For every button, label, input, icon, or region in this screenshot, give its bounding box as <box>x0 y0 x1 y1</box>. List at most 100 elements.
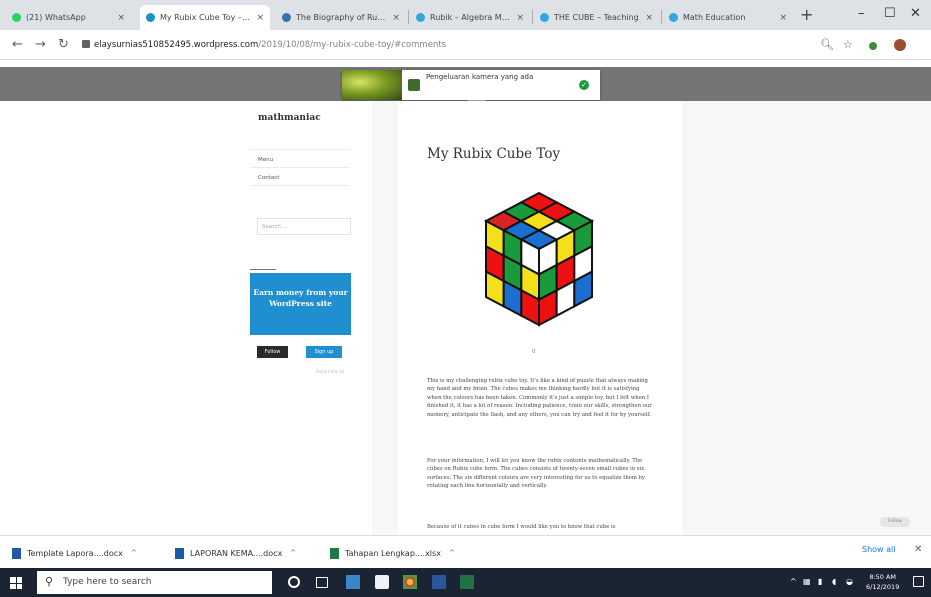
cortana-icon[interactable] <box>288 576 300 588</box>
sidebar: mathmaniac Menu Contact Search ... Earn … <box>250 101 360 535</box>
close-tab-icon[interactable]: × <box>117 13 125 23</box>
reload-icon[interactable]: ↻ <box>58 37 69 52</box>
tray-app-icon[interactable]: ▦ <box>803 577 811 586</box>
post-title: My Rubix Cube Toy <box>427 146 561 162</box>
image-caption: 0 <box>532 349 536 355</box>
show-all-downloads-button[interactable]: Show all <box>862 545 895 554</box>
signup-button[interactable]: Sign up <box>306 346 342 358</box>
wordpress-favicon-icon <box>146 13 155 22</box>
lock-icon <box>82 40 90 48</box>
file-explorer-icon[interactable] <box>346 575 360 589</box>
tab-label: (21) WhatsApp <box>26 13 86 22</box>
page-favicon-icon <box>416 13 425 22</box>
word-app-icon[interactable] <box>432 575 446 589</box>
network-icon[interactable]: ◒ <box>846 577 853 586</box>
download-shelf: Template Lapora....docx ^ LAPORAN KEMA..… <box>0 535 931 568</box>
tab-biography[interactable]: The Biography of Rubik × <box>276 5 406 30</box>
tab-label: Rubik – Algebra Math <box>430 13 513 22</box>
notification-center-icon[interactable] <box>913 576 924 587</box>
tab-rubix-cube[interactable]: My Rubix Cube Toy – mathmaniac × <box>140 5 270 30</box>
forward-arrow-icon[interactable]: → <box>35 37 46 52</box>
close-tab-icon[interactable]: × <box>392 13 400 23</box>
url-host: elaysurnias510852495.wordpress.com <box>94 40 259 50</box>
chevron-up-icon[interactable]: ^ <box>131 549 137 557</box>
tab-whatsapp[interactable]: (21) WhatsApp × <box>6 5 131 30</box>
word-file-icon <box>12 547 21 559</box>
page-favicon-icon <box>282 13 291 22</box>
word-file-icon <box>175 547 184 559</box>
task-view-icon[interactable] <box>316 577 328 588</box>
store-icon[interactable] <box>375 575 389 589</box>
popup-check-icon[interactable]: ✓ <box>579 80 589 90</box>
taskbar-search-box[interactable]: ⚲ Type here to search <box>37 571 272 594</box>
windows-taskbar: ⚲ Type here to search ^ ▦ ▮ ◖ ◒ 8:50 AM … <box>0 568 931 597</box>
chrome-icon[interactable] <box>403 575 417 589</box>
profile-avatar[interactable] <box>894 39 906 51</box>
popup-text: Pengeluaran kamera yang ada <box>426 73 534 81</box>
zoom-icon[interactable]: 🔍︎ <box>820 38 834 51</box>
popup-app-icon <box>408 79 420 91</box>
download-filename: Template Lapora....docx <box>27 548 123 558</box>
close-tab-icon[interactable]: × <box>256 13 264 23</box>
close-shelf-button[interactable]: ✕ <box>914 544 922 555</box>
clock-time: 8:50 AM <box>869 573 897 581</box>
minimize-button[interactable]: – <box>858 6 865 21</box>
post-content: My Rubix Cube Toy 0 This is my challengi… <box>398 101 682 535</box>
page-favicon-icon <box>540 13 549 22</box>
new-tab-button[interactable]: + <box>800 5 813 24</box>
follow-button[interactable]: Follow <box>257 346 288 358</box>
download-item[interactable]: Template Lapora....docx ^ <box>12 545 137 561</box>
close-tab-icon[interactable]: × <box>645 13 653 23</box>
bookmark-star-icon[interactable]: ☆ <box>843 38 853 51</box>
floating-follow-badge[interactable]: Follow <box>880 517 910 527</box>
excel-app-icon[interactable] <box>460 575 474 589</box>
popup-thumbnail-image <box>342 70 402 100</box>
download-filename: LAPORAN KEMA....docx <box>190 548 283 558</box>
chevron-up-icon[interactable]: ^ <box>449 549 455 557</box>
sidebar-link-menu[interactable]: Menu <box>258 157 273 163</box>
search-icon: ⚲ <box>45 575 54 588</box>
volume-icon[interactable]: ◖ <box>832 577 836 586</box>
download-item[interactable]: LAPORAN KEMA....docx ^ <box>175 545 296 561</box>
tray-chevron-icon[interactable]: ^ <box>790 577 797 586</box>
browser-toolbar: ← → ↻ elaysurnias510852495.wordpress.com… <box>0 30 931 60</box>
tab-rubik-algebra[interactable]: Rubik – Algebra Math × <box>410 5 530 30</box>
post-paragraph-2: For your information, I will let you kno… <box>427 458 646 490</box>
extension-icon[interactable] <box>869 42 877 50</box>
maximize-button[interactable]: ☐ <box>884 6 896 21</box>
taskbar-clock[interactable]: 8:50 AM 6/12/2019 <box>866 572 899 592</box>
chevron-up-icon[interactable]: ^ <box>290 549 296 557</box>
close-tab-icon[interactable]: × <box>779 13 787 23</box>
tab-math-education[interactable]: Math Education × <box>663 5 793 30</box>
post-paragraph-3: Because of it cubes in cube form I would… <box>427 524 616 530</box>
post-paragraph-1: This is my challenging rubix cube toy. I… <box>427 378 652 418</box>
browser-tab-strip: (21) WhatsApp × My Rubix Cube Toy – math… <box>0 0 931 30</box>
report-ad-link[interactable]: Report this ad <box>316 369 344 374</box>
promo-banner[interactable]: Earn money from your WordPress site <box>250 273 351 335</box>
site-title[interactable]: mathmaniac <box>258 113 321 123</box>
excel-file-icon <box>330 547 339 559</box>
tab-label: The Biography of Rubik <box>296 13 389 22</box>
back-arrow-icon[interactable]: ← <box>12 37 23 52</box>
download-item[interactable]: Tahapan Lengkap....xlsx ^ <box>330 545 455 561</box>
tab-label: Math Education <box>683 13 746 22</box>
windows-start-icon[interactable] <box>10 577 22 589</box>
sidebar-search-input[interactable]: Search ... <box>257 218 351 235</box>
sidebar-link-contact[interactable]: Contact <box>258 175 279 181</box>
url-path: /2019/10/08/my-rubix-cube-toy/#comments <box>258 40 447 50</box>
tab-the-cube[interactable]: THE CUBE – Teaching × <box>534 5 659 30</box>
close-tab-icon[interactable]: × <box>516 13 524 23</box>
close-window-button[interactable]: ✕ <box>910 6 921 21</box>
page-favicon-icon <box>669 13 678 22</box>
whatsapp-favicon-icon <box>12 13 21 22</box>
clock-date: 6/12/2019 <box>866 583 900 591</box>
download-filename: Tahapan Lengkap....xlsx <box>345 548 441 558</box>
page-body: mathmaniac Menu Contact Search ... Earn … <box>0 101 931 535</box>
tab-label: My Rubix Cube Toy – mathmaniac <box>160 13 253 22</box>
battery-icon[interactable]: ▮ <box>818 577 822 586</box>
address-bar[interactable]: elaysurnias510852495.wordpress.com/2019/… <box>82 36 772 54</box>
tab-label: THE CUBE – Teaching <box>554 13 639 22</box>
taskbar-search-placeholder: Type here to search <box>63 577 152 587</box>
rubiks-cube-image <box>483 191 595 327</box>
notification-popup[interactable]: Pengeluaran kamera yang ada ✓ <box>342 70 600 100</box>
